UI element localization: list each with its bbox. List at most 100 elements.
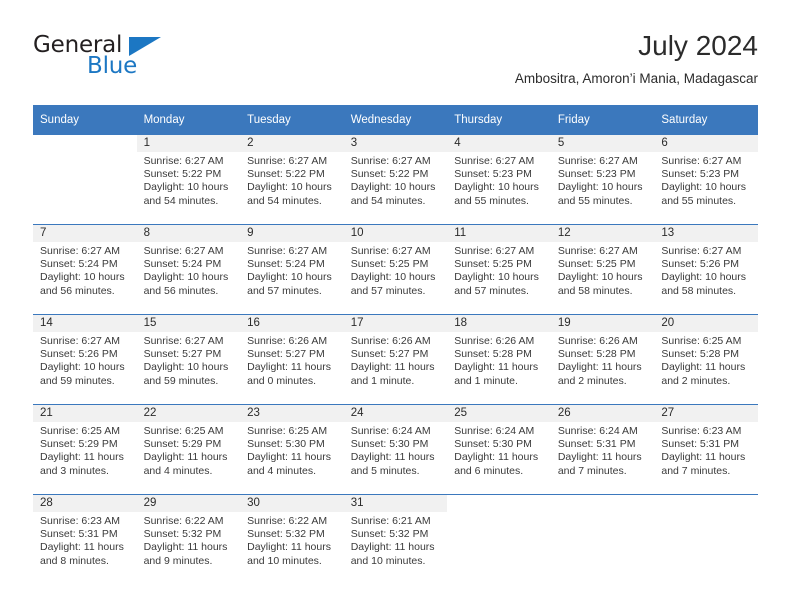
- sunrise-text: Sunrise: 6:21 AM: [350, 515, 431, 527]
- sunset-text: Sunset: 5:28 PM: [557, 348, 636, 361]
- day-cell[interactable]: 13 Sunrise: 6:27 AM Sunset: 5:26 PM Dayligh…: [654, 224, 758, 315]
- day-details: Sunrise: 6:27 AM Sunset: 5:26 PM Daylight:…: [33, 332, 137, 388]
- day-number: 9: [240, 225, 344, 242]
- day-cell[interactable]: 9 Sunrise: 6:27 AM Sunset: 5:24 PM Daylight…: [240, 224, 344, 315]
- day-number: 18: [447, 315, 551, 332]
- day-cell-inner: 2 Sunrise: 6:27 AM Sunset: 5:22 PM Daylight…: [240, 135, 344, 224]
- daylight-text-line1: Daylight: 10 hours: [143, 271, 229, 284]
- day-cell[interactable]: 27 Sunrise: 6:23 AM Sunset: 5:31 PM Dayligh…: [654, 404, 758, 495]
- day-cell[interactable]: 22 Sunrise: 6:25 AM Sunset: 5:29 PM Dayligh…: [136, 404, 241, 495]
- day-details: Sunrise: 6:25 AM Sunset: 5:30 PM Daylight:…: [240, 422, 344, 478]
- sunrise-text: Sunrise: 6:27 AM: [143, 155, 224, 167]
- day-cell[interactable]: 2 Sunrise: 6:27 AM Sunset: 5:22 PM Daylight…: [240, 135, 344, 225]
- day-number: 1: [136, 135, 241, 152]
- day-cell[interactable]: 21 Sunrise: 6:25 AM Sunset: 5:29 PM Dayligh…: [33, 404, 137, 495]
- day-cell[interactable]: 26 Sunrise: 6:24 AM Sunset: 5:31 PM Dayligh…: [550, 404, 655, 495]
- day-cell[interactable]: 14 Sunrise: 6:27 AM Sunset: 5:26 PM Dayligh…: [33, 314, 137, 405]
- day-cell-inner: 28 Sunrise: 6:23 AM Sunset: 5:31 PM Dayligh…: [33, 495, 137, 584]
- daylight-text-line2: and 56 minutes.: [40, 284, 115, 297]
- title-block: July 2024 Ambositra, Amoron’i Mania, Mad…: [515, 28, 758, 88]
- day-cell[interactable]: 31 Sunrise: 6:21 AM Sunset: 5:32 PM Dayligh…: [343, 494, 448, 584]
- daylight-text-line2: and 8 minutes.: [40, 554, 109, 567]
- day-cell-empty: [654, 494, 758, 584]
- calendar-header-row: Sunday Monday Tuesday Wednesday Thursday…: [33, 105, 758, 135]
- day-cell-empty: [550, 494, 655, 584]
- day-cell[interactable]: 23 Sunrise: 6:25 AM Sunset: 5:30 PM Dayligh…: [240, 404, 344, 495]
- day-cell[interactable]: 12 Sunrise: 6:27 AM Sunset: 5:25 PM Dayligh…: [550, 224, 655, 315]
- daylight-text-line2: and 59 minutes.: [40, 374, 115, 387]
- day-number: 14: [33, 315, 137, 332]
- sunrise-text: Sunrise: 6:26 AM: [350, 335, 431, 347]
- day-cell-inner: 29 Sunrise: 6:22 AM Sunset: 5:32 PM Dayligh…: [136, 495, 241, 584]
- day-cell[interactable]: 7 Sunrise: 6:27 AM Sunset: 5:24 PM Daylight…: [33, 224, 137, 315]
- day-cell-inner: 10 Sunrise: 6:27 AM Sunset: 5:25 PM Dayligh…: [343, 225, 448, 314]
- day-cell[interactable]: 29 Sunrise: 6:22 AM Sunset: 5:32 PM Dayligh…: [136, 494, 241, 584]
- day-cell[interactable]: 1 Sunrise: 6:27 AM Sunset: 5:22 PM Daylight…: [136, 135, 241, 225]
- day-details: Sunrise: 6:27 AM Sunset: 5:22 PM Daylight:…: [240, 152, 344, 208]
- daylight-text-line1: Daylight: 11 hours: [40, 541, 124, 554]
- day-details: Sunrise: 6:27 AM Sunset: 5:27 PM Daylight:…: [137, 332, 241, 388]
- sunrise-text: Sunrise: 6:24 AM: [350, 425, 431, 437]
- day-cell-inner: 14 Sunrise: 6:27 AM Sunset: 5:26 PM Dayligh…: [33, 315, 137, 404]
- day-cell[interactable]: 24 Sunrise: 6:24 AM Sunset: 5:30 PM Dayligh…: [343, 404, 448, 495]
- day-number: 6: [654, 135, 758, 152]
- daylight-text-line2: and 54 minutes.: [143, 194, 219, 207]
- day-cell[interactable]: 25 Sunrise: 6:24 AM Sunset: 5:30 PM Dayligh…: [447, 404, 551, 495]
- daylight-text-line2: and 10 minutes.: [247, 554, 322, 567]
- daylight-text-line1: Daylight: 10 hours: [661, 271, 747, 284]
- sunset-text: Sunset: 5:22 PM: [143, 168, 222, 181]
- day-number: 10: [343, 225, 448, 242]
- weekday-header-saturday: Saturday: [654, 105, 758, 135]
- page-subtitle: Ambositra, Amoron’i Mania, Madagascar: [514, 71, 758, 86]
- day-cell[interactable]: 4 Sunrise: 6:27 AM Sunset: 5:23 PM Daylight…: [447, 135, 551, 225]
- daylight-text-line1: Daylight: 11 hours: [247, 541, 331, 554]
- page-header: General Blue July 2024 Ambositra, Amoron…: [33, 28, 758, 98]
- day-cell[interactable]: 3 Sunrise: 6:27 AM Sunset: 5:22 PM Daylight…: [343, 135, 448, 225]
- day-cell[interactable]: 19 Sunrise: 6:26 AM Sunset: 5:28 PM Dayligh…: [550, 314, 655, 405]
- day-cell[interactable]: 28 Sunrise: 6:23 AM Sunset: 5:31 PM Dayligh…: [33, 494, 137, 584]
- day-number: 11: [447, 225, 551, 242]
- day-cell[interactable]: 15 Sunrise: 6:27 AM Sunset: 5:27 PM Dayligh…: [136, 314, 241, 405]
- day-cell-empty: [33, 135, 137, 225]
- sunset-text: Sunset: 5:25 PM: [350, 258, 429, 271]
- day-cell[interactable]: 17 Sunrise: 6:26 AM Sunset: 5:27 PM Dayligh…: [343, 314, 448, 405]
- day-number: [551, 495, 655, 512]
- daylight-text-line1: Daylight: 10 hours: [40, 361, 125, 374]
- calendar-week-row: 7 Sunrise: 6:27 AM Sunset: 5:24 PM Daylight…: [33, 224, 758, 315]
- day-cell[interactable]: 8 Sunrise: 6:27 AM Sunset: 5:24 PM Daylight…: [136, 224, 241, 315]
- sunrise-text: Sunrise: 6:26 AM: [247, 335, 328, 347]
- sunset-text: Sunset: 5:31 PM: [557, 438, 636, 451]
- sunrise-text: Sunrise: 6:23 AM: [661, 425, 742, 437]
- sunrise-text: Sunrise: 6:23 AM: [40, 515, 120, 527]
- day-number: [33, 135, 137, 152]
- general-blue-logo[interactable]: General Blue: [33, 32, 213, 88]
- day-cell[interactable]: 5 Sunrise: 6:27 AM Sunset: 5:23 PM Daylight…: [550, 135, 655, 225]
- day-cell[interactable]: 6 Sunrise: 6:27 AM Sunset: 5:23 PM Daylight…: [654, 135, 758, 225]
- day-cell[interactable]: 30 Sunrise: 6:22 AM Sunset: 5:32 PM Dayligh…: [240, 494, 344, 584]
- day-cell[interactable]: 11 Sunrise: 6:27 AM Sunset: 5:25 PM Dayligh…: [447, 224, 551, 315]
- day-cell-inner: 20 Sunrise: 6:25 AM Sunset: 5:28 PM Dayligh…: [654, 315, 758, 404]
- day-cell[interactable]: 16 Sunrise: 6:26 AM Sunset: 5:27 PM Dayligh…: [240, 314, 344, 405]
- daylight-text-line1: Daylight: 11 hours: [557, 451, 642, 464]
- weekday-header-tuesday: Tuesday: [240, 105, 344, 135]
- sunrise-text: Sunrise: 6:27 AM: [557, 155, 638, 167]
- daylight-text-line2: and 58 minutes.: [661, 284, 737, 297]
- sunrise-text: Sunrise: 6:27 AM: [143, 245, 224, 257]
- day-cell-inner: 8 Sunrise: 6:27 AM Sunset: 5:24 PM Daylight…: [136, 225, 241, 314]
- daylight-text-line2: and 7 minutes.: [557, 464, 627, 477]
- daylight-text-line2: and 6 minutes.: [454, 464, 524, 477]
- daylight-text-line2: and 55 minutes.: [454, 194, 529, 207]
- daylight-text-line1: Daylight: 11 hours: [557, 361, 642, 374]
- day-cell[interactable]: 20 Sunrise: 6:25 AM Sunset: 5:28 PM Dayligh…: [654, 314, 758, 405]
- day-number: [447, 495, 551, 512]
- sunset-text: Sunset: 5:25 PM: [454, 258, 532, 271]
- sunset-text: Sunset: 5:28 PM: [454, 348, 532, 361]
- day-cell[interactable]: 18 Sunrise: 6:26 AM Sunset: 5:28 PM Dayligh…: [447, 314, 551, 405]
- day-cell-inner: 23 Sunrise: 6:25 AM Sunset: 5:30 PM Dayligh…: [240, 405, 344, 494]
- daylight-text-line2: and 2 minutes.: [557, 374, 627, 387]
- day-cell[interactable]: 10 Sunrise: 6:27 AM Sunset: 5:25 PM Dayligh…: [343, 224, 448, 315]
- weekday-header-wednesday: Wednesday: [343, 105, 448, 135]
- daylight-text-line2: and 4 minutes.: [143, 464, 213, 477]
- sunset-text: Sunset: 5:24 PM: [247, 258, 325, 271]
- daylight-text-line2: and 58 minutes.: [557, 284, 633, 297]
